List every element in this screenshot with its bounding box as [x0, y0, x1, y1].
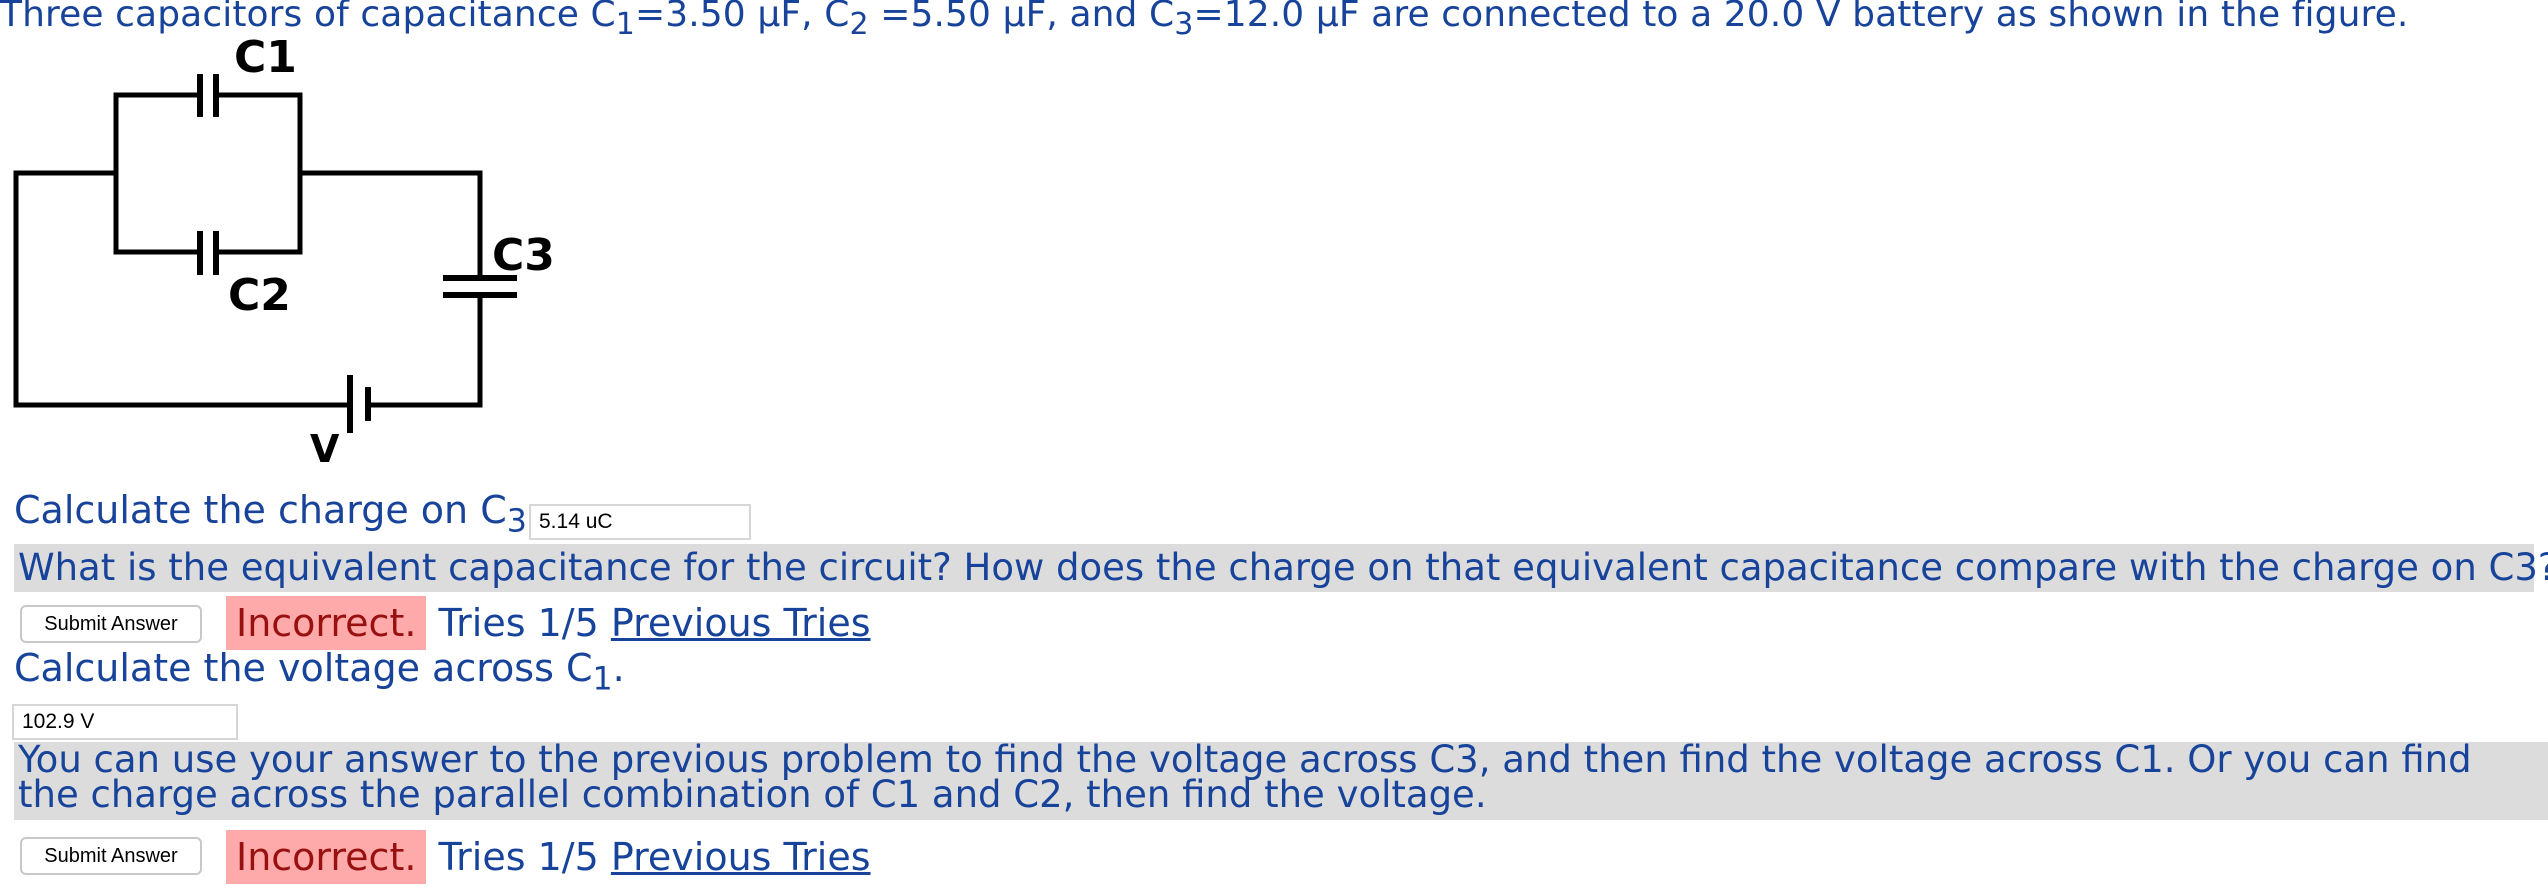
previous-tries-link-2[interactable]: Previous Tries [611, 835, 871, 879]
wire-left [13, 170, 265, 408]
circuit-diagram: C1 C2 C3 V [13, 32, 555, 470]
tries-count-2: Tries 1/5 [438, 835, 599, 879]
c1-value: =3.50 μF, C [634, 0, 850, 35]
question-1-hint: What is the equivalent capacitance for t… [14, 544, 2548, 592]
question-2-prompt: Calculate the voltage across C1. [14, 646, 625, 698]
problem-suffix: =12.0 μF are connected to a 20.0 V batte… [1193, 0, 2409, 35]
wire-c3-bottom [377, 292, 483, 408]
wire-to-c3 [297, 170, 483, 281]
question-2-feedback: Incorrect. Tries 1/5 Previous Tries [226, 830, 871, 884]
battery-label: V [310, 427, 340, 470]
question-2-end: . [612, 646, 625, 690]
c1-label: C1 [234, 32, 297, 83]
c2-label: C2 [228, 270, 291, 321]
question-1-prompt: Calculate the charge on C3. [14, 488, 539, 540]
submit-answer-button-2[interactable]: Submit Answer [20, 837, 202, 875]
incorrect-badge-1: Incorrect. [226, 596, 427, 650]
c2-value: =5.50 μF, and C [868, 0, 1175, 35]
c1-subscript: 1 [615, 7, 635, 43]
c3-subscript: 3 [1174, 7, 1194, 43]
incorrect-badge-2: Incorrect. [226, 830, 427, 884]
question-2-text: Calculate the voltage across C [14, 646, 593, 690]
question-2-subscript: 1 [592, 661, 613, 698]
question-1-subscript: 3 [506, 503, 527, 540]
question-1-feedback: Incorrect. Tries 1/5 Previous Tries [226, 596, 871, 650]
question-1-text: Calculate the charge on C [14, 488, 507, 532]
c2-subscript: 2 [849, 7, 869, 43]
submit-answer-button-1[interactable]: Submit Answer [20, 605, 202, 643]
previous-tries-link-1[interactable]: Previous Tries [611, 601, 871, 645]
question-2-hint: You can use your answer to the previous … [14, 741, 2548, 820]
tries-count-1: Tries 1/5 [438, 601, 599, 645]
charge-answer-field[interactable] [529, 504, 751, 540]
voltage-answer-field[interactable] [12, 704, 238, 740]
c3-label: C3 [492, 230, 555, 281]
